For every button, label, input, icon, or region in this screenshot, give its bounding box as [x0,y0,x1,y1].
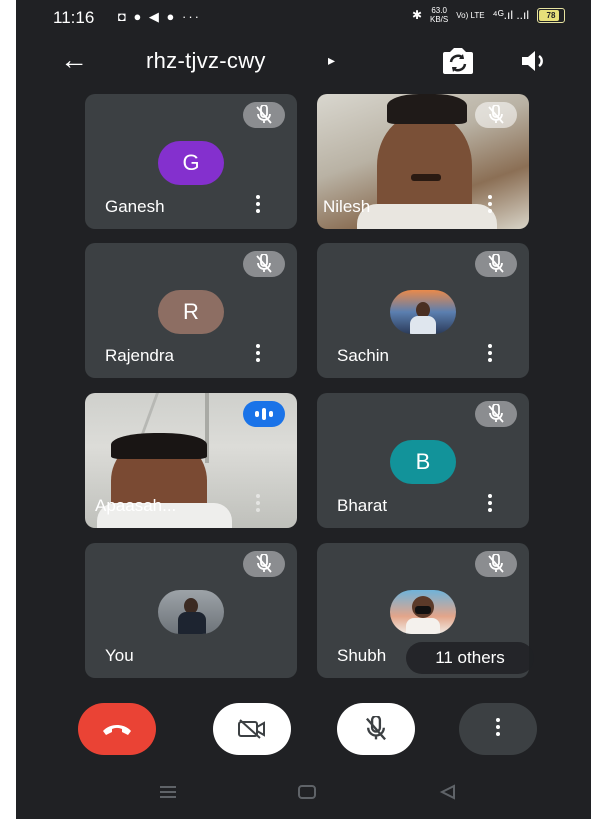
participant-name: Sachin [337,346,389,365]
back-arrow-icon[interactable]: ← [60,44,88,76]
participant-tile-ganesh[interactable]: G Ganesh [85,94,297,229]
more-vert-icon[interactable] [487,494,493,516]
mic-off-icon [475,251,517,277]
recents-nav-icon[interactable] [158,784,178,805]
meeting-code[interactable]: rhz-tjvz-cwy [146,48,266,74]
notification-icons: ◘ ● ◀ ● ··· [118,9,201,24]
end-call-icon [103,725,131,735]
expand-icon[interactable]: ▸ [328,52,335,69]
mic-off-icon [475,551,517,577]
avatar-initial: B [415,449,431,474]
more-vert-icon[interactable] [255,494,261,516]
camera-toggle-button[interactable] [213,703,291,755]
call-header: ← rhz-tjvz-cwy ▸ [16,40,591,84]
participant-name: Rajendra [105,346,174,365]
participant-tile-apaasah[interactable]: Apaasah... [85,393,297,528]
mic-off-icon [243,251,285,277]
participant-name: Apaasah... [95,496,177,515]
status-bar: 11:16 ◘ ● ◀ ● ··· ✱ 63.0 KB/S Vo) LTE ⁴ᴳ… [16,0,591,36]
signal-icon: ⁴ᴳ.ıl ..ıl [492,8,529,22]
meet-screen: 11:16 ◘ ● ◀ ● ··· ✱ 63.0 KB/S Vo) LTE ⁴ᴳ… [16,0,591,819]
avatar-initial: R [183,299,199,324]
volte-icon: Vo) LTE [456,10,485,20]
network-speed-unit: KB/S [430,15,449,24]
mic-off-icon [243,102,285,128]
avatar [390,590,456,634]
mic-toggle-button[interactable] [337,703,415,755]
avatar: R [158,290,224,334]
camera-off-icon [238,719,265,739]
switch-camera-icon[interactable] [441,46,475,81]
status-right: ✱ 63.0 KB/S Vo) LTE ⁴ᴳ.ıl ..ıl 78 [412,6,565,24]
end-call-button[interactable] [78,703,156,755]
avatar [390,290,456,334]
battery-icon: 78 [537,7,565,23]
participant-name: Bharat [337,496,388,515]
avatar-initial: G [182,150,200,175]
avatar: G [158,141,224,185]
participant-tile-bharat[interactable]: B Bharat [317,393,529,528]
participant-name: You [105,646,134,665]
home-nav-icon[interactable] [297,784,317,805]
mic-off-icon [475,102,517,128]
more-vert-icon[interactable] [255,195,261,217]
avatar [158,590,224,634]
participant-name: Ganesh [105,197,165,216]
bluetooth-icon: ✱ [411,8,422,22]
participant-tile-rajendra[interactable]: R Rajendra [85,243,297,378]
mic-off-icon [243,551,285,577]
others-chip[interactable]: 11 others [406,642,534,674]
back-nav-icon[interactable] [438,784,458,805]
more-options-button[interactable] [459,703,537,755]
more-vert-icon [495,718,501,740]
network-speed-value: 63.0 [431,6,447,15]
participant-tile-nilesh[interactable]: Nilesh [317,94,529,229]
network-speed: 63.0 KB/S [430,6,448,24]
mic-off-icon [475,401,517,427]
more-vert-icon[interactable] [487,195,493,217]
participant-tile-you[interactable]: You [85,543,297,678]
participant-name: Shubh [337,646,387,665]
speaking-indicator-icon [243,401,285,427]
battery-level: 78 [546,10,556,20]
more-vert-icon[interactable] [487,344,493,366]
speaker-icon[interactable] [520,48,548,79]
mic-off-icon [366,716,386,741]
more-vert-icon[interactable] [255,344,261,366]
participant-name: Nilesh [323,197,371,216]
status-time: 11:16 [53,8,95,27]
avatar: B [390,440,456,484]
participant-tile-sachin[interactable]: Sachin [317,243,529,378]
